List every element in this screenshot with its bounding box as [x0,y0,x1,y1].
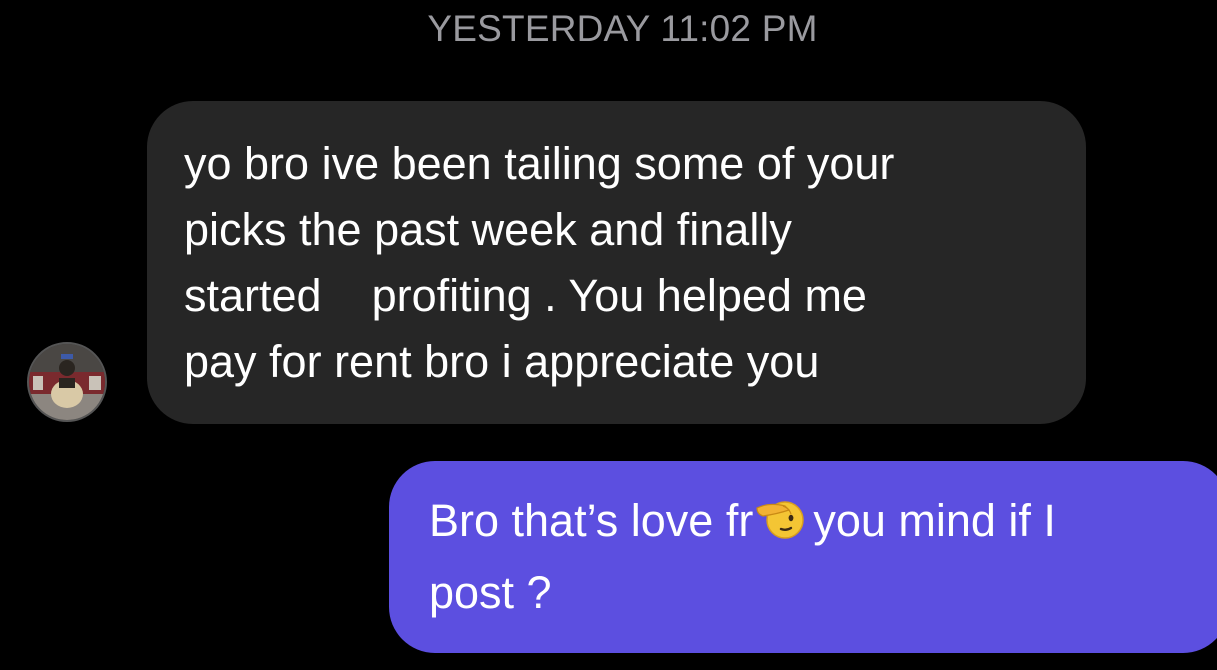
sender-avatar[interactable] [27,342,107,422]
message-line: Bro that’s love fr you mind if I [429,488,1209,560]
message-line: picks the past week and finally [184,204,792,255]
chat-thread: YESTERDAY 11:02 PM yo bro ive been taili… [0,0,1217,670]
message-text-before-emoji: Bro that’s love fr [429,495,754,546]
message-line: started profiting . You helped me [184,270,867,321]
saluting-face-emoji-icon [755,494,805,560]
message-line: post ? [429,567,552,618]
avatar-photo-icon [29,344,105,420]
message-line: pay for rent bro i appreciate you [184,336,820,387]
message-timestamp: YESTERDAY 11:02 PM [427,8,818,49]
incoming-message-bubble[interactable]: yo bro ive been tailing some of your pic… [147,101,1086,424]
message-line: yo bro ive been tailing some of your [184,138,895,189]
message-text-after-emoji: you mind if I [813,495,1056,546]
outgoing-message-bubble[interactable]: Bro that’s love fr you mind if I post ? [389,461,1217,653]
